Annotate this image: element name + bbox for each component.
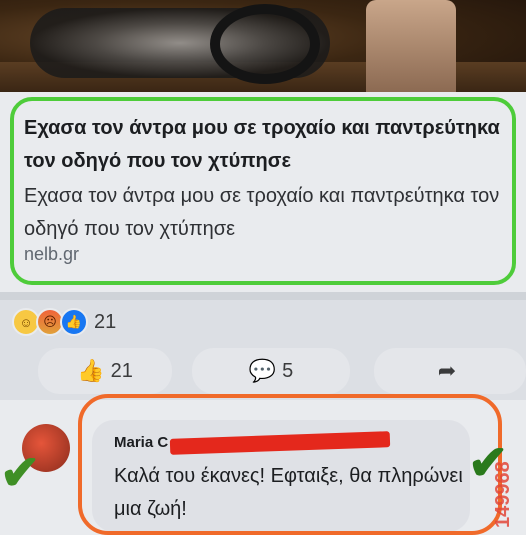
share-button[interactable]: ➦ — [374, 348, 526, 394]
watermark: 149968 — [492, 461, 514, 528]
share-icon: ➦ — [437, 358, 457, 383]
reactions-summary[interactable]: ☺ ☹ 👍 21 — [12, 307, 116, 337]
highlight-ring-green — [10, 97, 516, 285]
checkmark-icon: ✔ — [0, 447, 41, 500]
photo-wheel — [210, 4, 320, 84]
comment-count: 5 — [282, 359, 294, 382]
action-bar: 👍 21 💬 5 ➦ — [0, 344, 526, 398]
thumbs-up-icon: 👍 — [77, 358, 105, 383]
like-reaction-icon: 👍 — [60, 308, 88, 336]
comment-icon: 💬 — [248, 358, 277, 383]
divider — [0, 292, 526, 300]
like-button[interactable]: 👍 21 — [38, 348, 172, 394]
link-preview-image[interactable] — [0, 0, 526, 92]
comment-button[interactable]: 💬 5 — [192, 348, 350, 394]
like-count: 21 — [110, 359, 133, 382]
highlight-ring-orange — [78, 394, 502, 535]
reaction-count: 21 — [94, 310, 117, 333]
photo-person — [366, 0, 456, 92]
